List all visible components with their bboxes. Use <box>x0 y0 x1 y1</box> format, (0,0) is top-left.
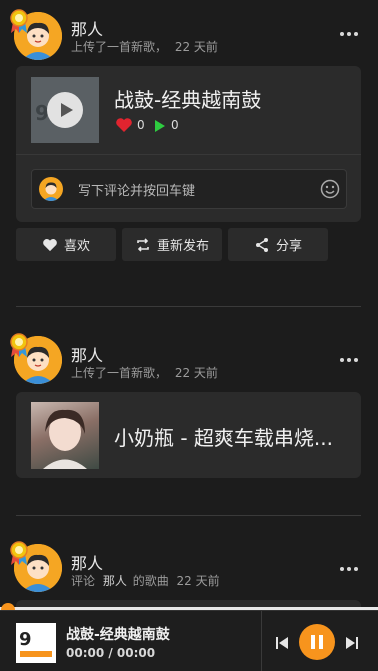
repost-label: 重新发布 <box>156 239 209 254</box>
meta-suffix: 的歌曲 <box>132 574 169 588</box>
player-cover[interactable]: 9 <box>16 623 56 663</box>
user-avatar[interactable] <box>8 538 62 592</box>
feed-divider <box>16 515 361 516</box>
like-count: 0 <box>137 118 145 132</box>
username[interactable]: 那人 <box>71 342 103 366</box>
meta-time: 22 天前 <box>176 574 220 588</box>
comment-box[interactable]: 写下评论并按回车键 <box>31 169 347 209</box>
song-card[interactable]: 小奶瓶 - 超爽车载串烧... <box>16 392 361 478</box>
post-meta: 上传了一首新歌， 22 天前 <box>71 364 218 381</box>
song-cover[interactable]: 9 <box>31 77 99 143</box>
song-card[interactable]: 9 战鼓-经典越南鼓 0 0 写下评论并按回车键 <box>16 66 361 222</box>
song-title[interactable]: 小奶瓶 - 超爽车载串烧... <box>114 422 333 451</box>
song-title[interactable]: 战鼓-经典越南鼓 <box>114 84 261 113</box>
player-cover-logo-bar <box>20 651 52 657</box>
heart-icon <box>43 238 57 251</box>
play-count-icon <box>154 118 166 137</box>
share-label: 分享 <box>275 239 302 254</box>
feed-divider <box>16 306 361 307</box>
comment-input[interactable]: 写下评论并按回车键 <box>78 180 195 199</box>
repost-button[interactable]: 重新发布 <box>122 228 222 261</box>
meta-user-link[interactable]: 那人 <box>103 574 127 588</box>
player-title[interactable]: 战鼓-经典越南鼓 <box>66 624 170 644</box>
emoji-icon[interactable] <box>320 179 340 203</box>
player-bar: 9 战鼓-经典越南鼓 00:00 / 00:00 <box>0 610 378 671</box>
badge-icon <box>8 540 30 566</box>
meta-prefix: 评论 <box>71 574 96 588</box>
share-icon <box>255 237 268 252</box>
more-icon[interactable] <box>338 564 360 574</box>
post-meta: 评论 那人 的歌曲 22 天前 <box>71 572 220 589</box>
like-label: 喜欢 <box>63 239 90 254</box>
meta-action: 上传了一首新歌， <box>71 366 168 380</box>
heart-icon[interactable] <box>115 117 133 137</box>
repost-icon <box>137 237 149 252</box>
username[interactable]: 那人 <box>71 550 103 574</box>
pause-icon[interactable] <box>299 624 335 660</box>
play-count: 0 <box>171 118 179 132</box>
user-avatar[interactable] <box>8 6 62 60</box>
comment-avatar <box>39 177 63 201</box>
meta-time: 22 天前 <box>174 40 218 54</box>
share-button[interactable]: 分享 <box>228 228 328 261</box>
more-icon[interactable] <box>338 355 360 365</box>
player-time: 00:00 / 00:00 <box>66 646 156 660</box>
song-cover[interactable] <box>31 402 99 469</box>
badge-icon <box>8 332 30 358</box>
player-cover-logo: 9 <box>19 629 32 650</box>
more-icon[interactable] <box>338 29 360 39</box>
card-separator <box>16 154 361 155</box>
username[interactable]: 那人 <box>71 16 103 40</box>
badge-icon <box>8 8 30 34</box>
user-avatar[interactable] <box>8 330 62 384</box>
controls-separator <box>261 611 262 671</box>
meta-action: 上传了一首新歌， <box>71 40 168 54</box>
meta-time: 22 天前 <box>174 366 218 380</box>
like-button[interactable]: 喜欢 <box>16 228 116 261</box>
next-icon[interactable] <box>345 635 359 654</box>
prev-icon[interactable] <box>275 635 289 654</box>
post-meta: 上传了一首新歌， 22 天前 <box>71 38 218 55</box>
play-icon[interactable] <box>47 92 83 128</box>
